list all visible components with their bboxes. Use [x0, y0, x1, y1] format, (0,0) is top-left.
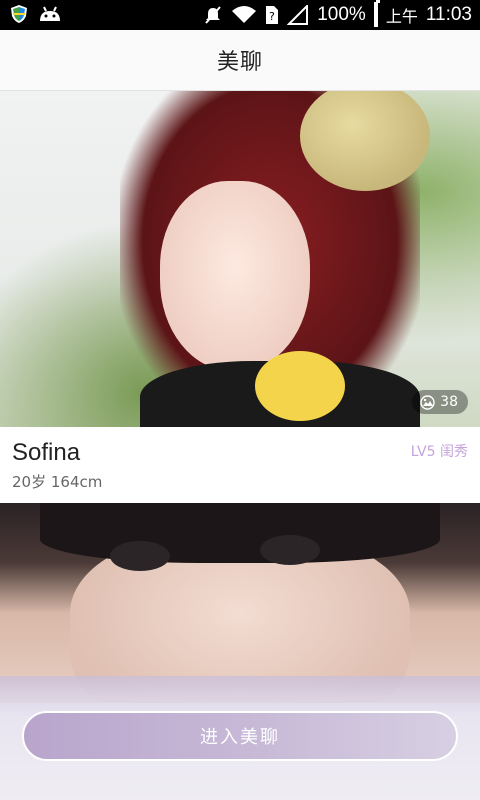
photo-content: [110, 541, 170, 571]
photo-content: [160, 181, 310, 371]
level-badge: LV5 闺秀: [411, 441, 468, 461]
signal-icon: [287, 5, 309, 25]
android-icon: [40, 6, 60, 21]
clock: 11:03: [425, 4, 472, 25]
image-icon: [420, 394, 435, 410]
svg-text:?: ?: [269, 10, 275, 23]
photo-content: [40, 503, 440, 563]
wifi-icon: [232, 6, 257, 23]
battery-percent: 100%: [317, 4, 366, 25]
sim-alert-icon: ?: [266, 6, 279, 24]
time-period: 上午: [385, 9, 418, 26]
level-value: LV5: [410, 444, 436, 460]
photo-count-badge: 38: [412, 390, 468, 414]
level-title: 闺秀: [440, 444, 468, 460]
status-bar: ? 100% 上午 11:03: [0, 0, 480, 30]
enter-button[interactable]: 进入美聊: [22, 711, 458, 761]
app-bar: 美聊: [0, 30, 480, 91]
photo-count: 38: [440, 394, 458, 410]
status-bar-left: [10, 4, 62, 24]
profile-photo[interactable]: [0, 503, 480, 703]
profile-meta: 20岁 164cm: [12, 473, 103, 491]
page-title: 美聊: [216, 50, 263, 75]
mute-icon: [205, 6, 221, 24]
profile-photo[interactable]: [0, 91, 480, 427]
profile-name: Sofina: [12, 439, 81, 466]
battery-icon: [373, 0, 380, 27]
status-bar-right: ? 100% 上午 11:03: [203, 0, 472, 28]
photo-content: [260, 535, 320, 565]
profile-info[interactable]: Sofina 20岁 164cm LV5 闺秀: [0, 427, 480, 504]
shield-icon: [11, 5, 27, 23]
photo-content: [255, 351, 345, 421]
